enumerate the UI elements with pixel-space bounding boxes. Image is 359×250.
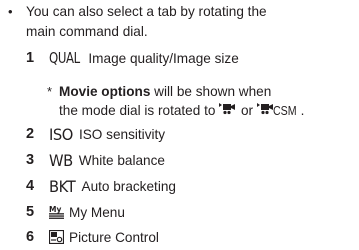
item-label: Image quality/Image size xyxy=(88,50,239,66)
wb-code-label: WB xyxy=(49,150,73,170)
bkt-code-label: BKT xyxy=(49,176,76,196)
movie-mode-icon xyxy=(219,102,236,115)
item-number: 6 xyxy=(26,229,35,245)
iso-code-label: ISO xyxy=(49,124,73,144)
item-label: My Menu xyxy=(69,204,125,220)
movie-options-note: * Movie options will be shown when the m… xyxy=(47,82,354,121)
note-or: or xyxy=(240,103,254,118)
list-item-quality: 1 QUAL Image quality/Image size xyxy=(26,46,239,70)
item-number: 4 xyxy=(26,178,35,194)
item-label: White balance xyxy=(78,152,165,168)
intro-bullet: • You can also select a tab by rotating … xyxy=(8,2,353,42)
note-text-1: will be shown when xyxy=(150,84,272,99)
my-menu-icon: My xyxy=(49,205,64,219)
note-text-2: the mode dial is rotated to xyxy=(59,103,216,118)
qual-code-label: QUAL xyxy=(49,49,80,67)
item-label: ISO sensitivity xyxy=(78,126,166,142)
item-number: 2 xyxy=(26,126,35,142)
note-asterisk: * xyxy=(47,84,53,99)
list-item-my-menu: 5 My My Menu xyxy=(26,200,125,224)
list-item-picture-control: 6 Picture Control xyxy=(26,225,159,249)
item-number: 1 xyxy=(26,50,35,66)
intro-line-2: main command dial. xyxy=(26,24,148,39)
item-label: Picture Control xyxy=(69,229,159,245)
movie-csm-icon xyxy=(256,102,273,115)
csm-label: CSM xyxy=(272,104,297,118)
list-item-iso: 2 ISO ISO sensitivity xyxy=(26,122,165,146)
picture-control-icon xyxy=(49,230,64,244)
bullet-marker: • xyxy=(8,4,13,19)
item-label: Auto bracketing xyxy=(81,178,176,194)
note-bold-text: Movie options xyxy=(59,84,151,99)
svg-text:My: My xyxy=(49,205,61,214)
intro-line-1: You can also select a tab by rotating th… xyxy=(26,4,267,19)
list-item-white-balance: 3 WB White balance xyxy=(26,148,165,172)
intro-text: You can also select a tab by rotating th… xyxy=(26,2,353,42)
item-number: 5 xyxy=(26,204,35,220)
item-number: 3 xyxy=(26,152,35,168)
note-end: . xyxy=(300,103,305,118)
list-item-bracketing: 4 BKT Auto bracketing xyxy=(26,174,176,198)
